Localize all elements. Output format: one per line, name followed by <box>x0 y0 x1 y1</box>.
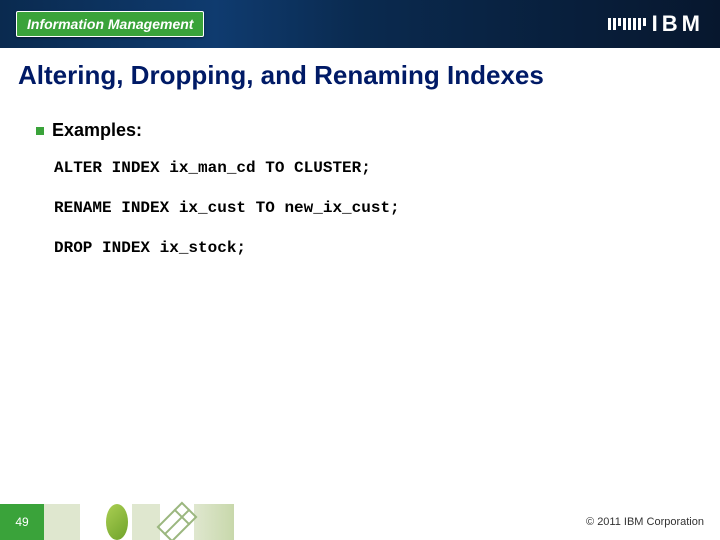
header-bar: Information Management IBM <box>0 0 720 48</box>
code-line: ALTER INDEX ix_man_cd TO CLUSTER; <box>54 159 684 177</box>
bullet-label: Examples: <box>52 120 142 141</box>
copyright-text: © 2011 IBM Corporation <box>586 516 720 528</box>
ibm-logo-text: IBM <box>652 11 704 37</box>
ibm-logo-bars <box>608 18 646 30</box>
slide-body: Examples: ALTER INDEX ix_man_cd TO CLUST… <box>36 120 684 279</box>
slide: Information Management IBM Altering, Dro… <box>0 0 720 540</box>
footer-pattern-icon <box>44 504 234 540</box>
footer: 49 © 2011 IBM Corporation <box>0 504 720 540</box>
code-line: DROP INDEX ix_stock; <box>54 239 684 257</box>
slide-title: Altering, Dropping, and Renaming Indexes <box>18 60 702 91</box>
slide-number: 49 <box>0 504 44 540</box>
code-line: RENAME INDEX ix_cust TO new_ix_cust; <box>54 199 684 217</box>
product-badge: Information Management <box>16 11 204 37</box>
bullet-square-icon <box>36 127 44 135</box>
bullet-row: Examples: <box>36 120 684 141</box>
ibm-logo: IBM <box>608 11 704 37</box>
footer-left: 49 <box>0 504 234 540</box>
